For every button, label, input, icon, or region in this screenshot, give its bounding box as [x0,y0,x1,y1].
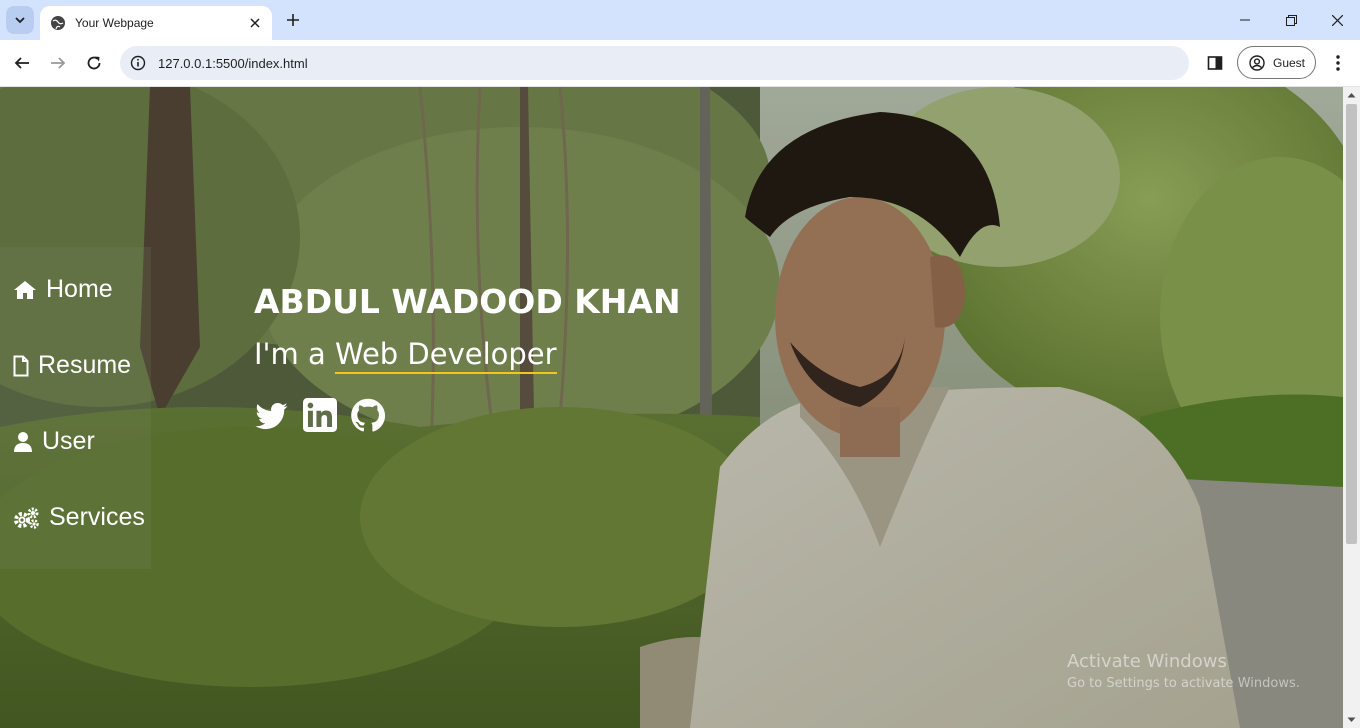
side-panel-icon [1207,56,1223,70]
twitter-link[interactable] [253,398,290,433]
close-icon [250,18,260,28]
restore-icon [1285,14,1297,26]
linkedin-icon [303,398,337,432]
profile-button[interactable]: Guest [1237,46,1316,79]
arrow-right-icon [51,57,66,69]
watermark-title: Activate Windows [1067,651,1227,672]
sidebar-item-resume[interactable]: Resume [13,351,131,380]
profile-label: Guest [1273,55,1306,70]
address-bar[interactable]: 127.0.0.1:5500/index.html [120,46,1189,80]
github-link[interactable] [350,398,386,433]
scrollbar-thumb[interactable] [1346,104,1357,544]
hero-role: I'm a Web Developer [254,337,557,374]
sidebar-item-label: Resume [38,351,132,379]
user-icon [14,431,32,452]
tab-close-button[interactable] [246,14,264,32]
scroll-down-arrow-icon[interactable] [1347,715,1356,724]
page-viewport [0,87,1343,728]
sidebar-item-label: Home [46,275,113,303]
close-icon [1331,14,1343,26]
reload-icon [87,56,101,70]
tab-title: Your Webpage [75,16,154,30]
sidebar-item-services[interactable]: Services [13,503,145,532]
new-tab-button[interactable] [282,9,304,31]
file-icon [13,355,29,376]
close-window-button[interactable] [1314,0,1360,40]
url-text[interactable]: 127.0.0.1:5500/index.html [158,56,308,71]
browser-titlebar: Your Webpage [0,0,1360,40]
linkedin-link[interactable] [303,398,337,433]
hero-background-image [0,87,1343,728]
arrow-left-icon [14,57,29,69]
plus-icon [287,14,299,26]
forward-button[interactable] [43,48,73,78]
hero-role-prefix: I'm a [254,337,335,371]
github-icon [351,398,386,432]
info-icon[interactable] [130,55,146,71]
browser-menu-button[interactable] [1326,50,1350,76]
activate-windows-watermark: Activate Windows Go to Settings to activ… [1067,651,1300,691]
browser-toolbar: 127.0.0.1:5500/index.html Guest [0,40,1360,87]
side-navigation-panel: Home Resume User Services [0,247,151,569]
tab-search-button[interactable] [6,6,34,34]
chevron-down-icon [15,17,25,24]
reload-button[interactable] [79,48,109,78]
minimize-icon [1240,19,1250,21]
back-button[interactable] [7,48,37,78]
sidebar-item-label: User [42,427,95,455]
hero-role-typed: Web Developer [334,337,557,374]
kebab-menu-icon [1336,55,1340,71]
browser-tab[interactable]: Your Webpage [40,6,272,40]
scroll-up-arrow-icon[interactable] [1347,91,1356,100]
sidebar-item-label: Services [49,503,145,531]
home-icon [14,280,36,299]
cogs-icon [14,507,39,529]
sidebar-item-user[interactable]: User [13,427,95,456]
social-links [253,398,386,433]
minimize-button[interactable] [1222,0,1268,40]
page-scrollbar[interactable] [1343,87,1360,728]
globe-icon [51,16,65,30]
sidebar-item-home[interactable]: Home [13,275,113,304]
twitter-icon [255,402,288,430]
side-panel-button[interactable] [1202,50,1228,76]
watermark-subtitle: Go to Settings to activate Windows. [1067,676,1300,691]
restore-button[interactable] [1268,0,1314,40]
hero-name: ABDUL WADOOD KHAN [254,282,681,321]
user-circle-icon [1249,54,1265,71]
